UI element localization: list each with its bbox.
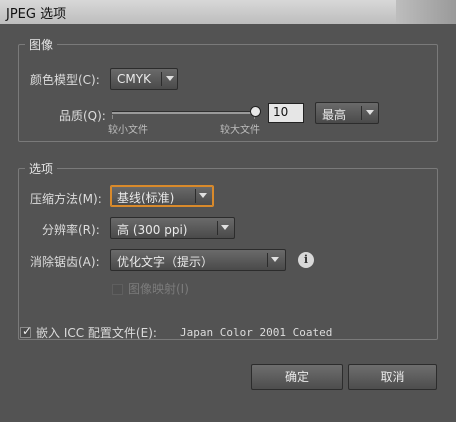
dropdown-separator — [217, 221, 218, 235]
icc-label: 嵌入 ICC 配置文件(E): — [36, 326, 157, 340]
options-group-legend: 选项 — [29, 162, 54, 176]
dropdown-separator — [195, 189, 196, 203]
quality-min-label: 较小文件 — [108, 125, 148, 136]
chevron-down-icon — [271, 257, 279, 262]
imagemap-checkbox[interactable] — [112, 284, 123, 295]
jpeg-options-dialog: 图像 颜色模型(C): CMYK 品质(Q): 较小文件 较大文件 10 最高 … — [0, 24, 456, 422]
antialias-label: 消除锯齿(A): — [30, 255, 100, 269]
chevron-down-icon — [166, 76, 174, 81]
quality-label: 品质(Q): — [59, 109, 106, 123]
compression-dropdown[interactable]: 基线(标准) — [110, 185, 214, 207]
quality-max-label: 较大文件 — [220, 125, 260, 136]
image-group-legend: 图像 — [29, 38, 54, 52]
info-icon[interactable]: i — [298, 252, 314, 268]
compression-value: 基线(标准) — [117, 191, 175, 205]
dropdown-separator — [161, 72, 162, 86]
color-model-label: 颜色模型(C): — [30, 73, 100, 87]
dropdown-separator — [267, 253, 268, 267]
quality-slider-thumb[interactable] — [250, 106, 261, 117]
window-title: JPEG 选项 — [6, 7, 67, 22]
color-model-value: CMYK — [117, 72, 151, 86]
quality-slider-track[interactable] — [112, 111, 255, 114]
resolution-value: 高 (300 ppi) — [117, 223, 188, 237]
title-bar[interactable]: JPEG 选项 — [0, 0, 456, 25]
icc-checkbox[interactable]: ✓ — [20, 324, 33, 338]
checkmark-icon: ✓ — [22, 324, 33, 338]
quality-preset-value: 最高 — [322, 108, 347, 122]
quality-slider-min-tick — [112, 115, 113, 119]
compression-label: 压缩方法(M): — [30, 192, 102, 206]
quality-preset-dropdown[interactable]: 最高 — [315, 102, 379, 124]
titlebar-background — [396, 0, 456, 24]
chevron-down-icon — [199, 193, 207, 198]
cancel-button[interactable]: 取消 — [348, 364, 437, 390]
antialias-dropdown[interactable]: 优化文字（提示） — [110, 249, 286, 271]
resolution-label: 分辨率(R): — [42, 223, 100, 237]
antialias-value: 优化文字（提示） — [117, 255, 214, 269]
icc-profile-name: Japan Color 2001 Coated — [180, 326, 333, 339]
quality-value-input[interactable]: 10 — [268, 103, 304, 123]
imagemap-label: 图像映射(I) — [128, 282, 189, 296]
resolution-dropdown[interactable]: 高 (300 ppi) — [110, 217, 235, 239]
chevron-down-icon — [221, 225, 229, 230]
chevron-down-icon — [366, 110, 374, 115]
color-model-dropdown[interactable]: CMYK — [110, 68, 178, 90]
ok-button[interactable]: 确定 — [251, 364, 343, 390]
dropdown-separator — [361, 106, 362, 120]
